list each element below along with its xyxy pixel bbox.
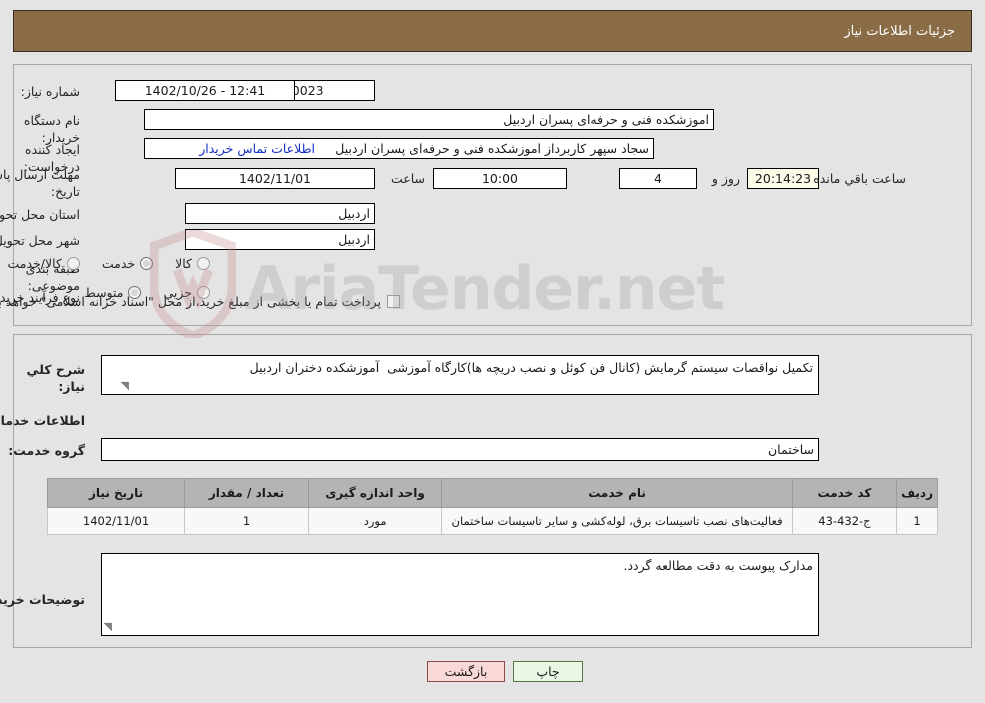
- deadline-countdown-value: 20:14:23: [747, 168, 819, 189]
- table-row: 1 ج-432-43 فعالیت‌های نصب تاسیسات برق، ل…: [46, 507, 938, 535]
- summary-label: شرح کلي نیاز:: [26, 362, 85, 394]
- th-quantity: تعداد / مقدار: [184, 478, 309, 508]
- th-row-no: ردیف: [896, 478, 938, 508]
- deadline-hour-label: ساعت: [390, 171, 425, 186]
- category-option-1[interactable]: خدمت: [101, 256, 154, 271]
- category-option-2[interactable]: کالا/خدمت: [7, 256, 80, 271]
- city-value: اردبیل: [185, 229, 375, 250]
- treasury-note-checkbox-wrap[interactable]: پرداخت تمام یا بخشی از مبلغ خرید،از محل …: [0, 294, 400, 309]
- deadline-date-value: 1402/11/01: [175, 168, 375, 189]
- need-number-label: شماره نیاز:: [20, 84, 80, 99]
- services-table: ردیف کد خدمت نام خدمت واحد اندازه گیری ت…: [46, 478, 938, 535]
- deadline-days-label: روز و: [711, 171, 740, 186]
- buyer-notes-label: توضیحات خریدار;: [0, 592, 85, 607]
- th-service-code: کد خدمت: [791, 478, 898, 508]
- cell-quantity: 1: [184, 507, 309, 535]
- category-label-1: خدمت: [101, 256, 136, 271]
- th-need-date: تاریخ نیاز: [46, 478, 186, 508]
- category-option-0[interactable]: کالا: [175, 256, 210, 271]
- category-radio-group[interactable]: کالا خدمت کالا/خدمت: [0, 256, 210, 271]
- buyer-org-value: اموزشکده فنی و حرفه‌ای پسران اردبیل: [144, 109, 714, 130]
- summary-textarea[interactable]: [101, 355, 819, 395]
- cell-service-code: ج-432-43: [791, 507, 898, 535]
- deadline-label: مهلت ارسال پاسخ: تا تاریخ:: [0, 167, 80, 199]
- th-service-name: نام خدمت: [441, 478, 793, 508]
- cell-row-no: 1: [896, 507, 938, 535]
- category-label-2: کالا/خدمت: [7, 256, 62, 271]
- print-button[interactable]: چاپ: [513, 661, 583, 682]
- service-group-value: ساختمان: [101, 438, 819, 461]
- public-announce-value: 12:41 - 1402/10/26: [115, 80, 295, 101]
- page-title: جزئیات اطلاعات نیاز: [844, 23, 955, 39]
- cell-need-date: 1402/11/01: [46, 507, 186, 535]
- category-radio-1[interactable]: [140, 257, 154, 270]
- category-radio-2[interactable]: [66, 257, 80, 270]
- category-label-0: کالا: [175, 256, 192, 271]
- deadline-days-value: 4: [619, 168, 697, 189]
- cell-unit: مورد: [307, 507, 443, 535]
- deadline-countdown-label: ساعت باقي مانده: [813, 171, 906, 186]
- page-title-bar: جزئیات اطلاعات نیاز: [13, 10, 972, 52]
- cell-service-name: فعالیت‌های نصب تاسیسات برق، لوله‌کشی و س…: [441, 507, 793, 535]
- services-section-title: اطلاعات خدمات مورد نیاز: [0, 413, 85, 428]
- category-radio-0[interactable]: [197, 257, 210, 270]
- table-header-row: ردیف کد خدمت نام خدمت واحد اندازه گیری ت…: [46, 478, 938, 508]
- buyer-notes-textarea[interactable]: [101, 553, 819, 636]
- buyer-contact-link[interactable]: اطلاعات تماس خریدار: [199, 141, 315, 156]
- th-unit: واحد اندازه گیری: [307, 478, 443, 508]
- province-label: استان محل تحویل:: [0, 207, 80, 222]
- deadline-hour-value: 10:00: [433, 168, 567, 189]
- service-group-label: گروه خدمت:: [8, 443, 85, 458]
- treasury-note-checkbox[interactable]: [387, 295, 400, 308]
- back-button[interactable]: بازگشت: [427, 661, 505, 682]
- province-value: اردبیل: [185, 203, 375, 224]
- treasury-note-text: پرداخت تمام یا بخشی از مبلغ خرید،از محل …: [0, 294, 381, 309]
- city-label: شهر محل تحویل:: [0, 233, 80, 248]
